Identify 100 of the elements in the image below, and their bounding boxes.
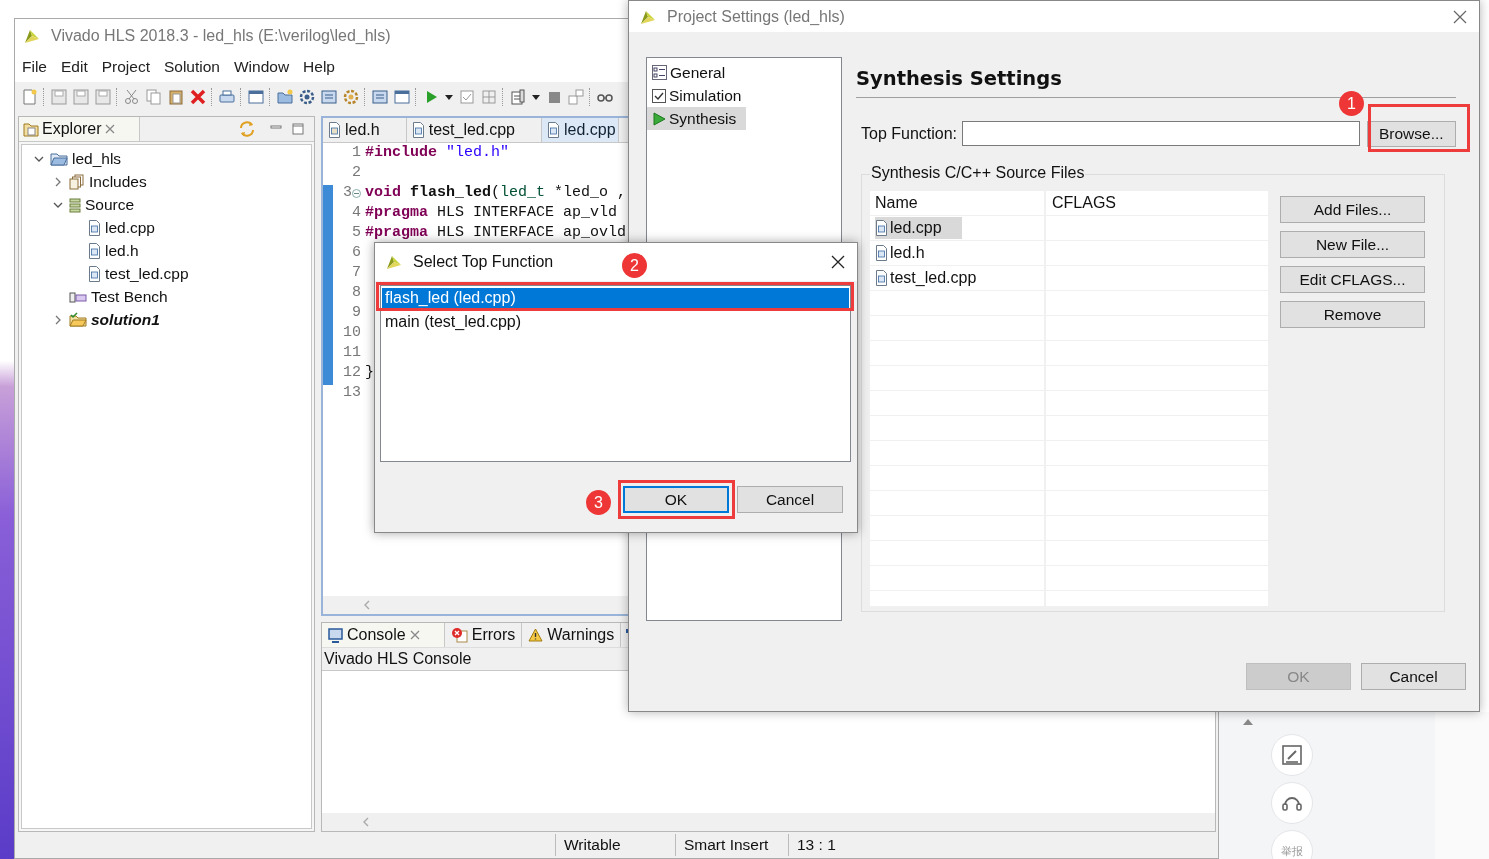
file-icon [88, 219, 101, 236]
menu-item[interactable]: Window [226, 58, 297, 76]
clipboard-icon[interactable] [167, 88, 185, 106]
tree-item[interactable]: solution1 [91, 310, 160, 329]
line-number: 3 [343, 183, 352, 203]
tree-item[interactable]: test_led.cpp [105, 264, 189, 283]
tree-item[interactable]: led_hls [72, 149, 122, 168]
new-file-icon[interactable] [21, 88, 39, 106]
file-row[interactable]: test_led.cpp [875, 267, 997, 289]
bench-icon [69, 290, 87, 303]
file-icon [547, 122, 560, 138]
scissors-icon[interactable] [123, 88, 141, 106]
edit-icon[interactable] [1281, 744, 1303, 766]
chip-icon[interactable] [371, 88, 389, 106]
folder-icon[interactable] [276, 88, 294, 106]
action-button[interactable]: Remove [1280, 301, 1425, 328]
sync-icon[interactable] [238, 121, 256, 137]
code-line: } [365, 364, 374, 381]
gear-icon[interactable] [342, 88, 360, 106]
file-icon [88, 242, 101, 259]
file-icon [875, 245, 888, 261]
menu-item[interactable]: Project [94, 58, 157, 76]
logo-icon [385, 253, 403, 271]
status-text: Smart Insert [684, 836, 769, 854]
line-number: 11 [343, 343, 361, 363]
view-tab[interactable]: Warnings [522, 623, 622, 647]
line-number: 4 [352, 203, 361, 223]
error-icon [450, 627, 468, 643]
close-button[interactable] [831, 255, 845, 269]
line-number: 10 [343, 323, 361, 343]
file-row[interactable]: led.h [875, 242, 945, 264]
view-tab[interactable]: Errors [444, 623, 523, 647]
grid-icon[interactable] [480, 88, 498, 106]
column-header[interactable]: Name [875, 194, 918, 212]
code-line: #pragma HLS INTERFACE ap_vld [365, 204, 618, 221]
file-icon [875, 270, 888, 286]
category-item[interactable]: Synthesis [647, 107, 747, 130]
scroll-up-icon[interactable] [1243, 718, 1253, 726]
status-text: Writable [564, 836, 621, 854]
line-number: 9 [352, 303, 361, 323]
close-icon[interactable] [104, 124, 115, 134]
column-header[interactable]: CFLAGS [1052, 194, 1116, 212]
list-item[interactable]: flash_led (led.cpp) [382, 288, 849, 308]
dialog-button[interactable]: Cancel [737, 486, 843, 513]
list-item[interactable]: main (test_led.cpp) [382, 312, 849, 332]
report-icon[interactable] [509, 88, 527, 106]
dialog-button[interactable]: Cancel [1361, 663, 1466, 690]
editor-tab[interactable]: led.cpp [542, 118, 619, 142]
delete-icon[interactable] [189, 88, 207, 106]
browse-button[interactable]: Browse... [1366, 120, 1456, 147]
stack-icon [69, 196, 81, 213]
field-label: Top Function: [861, 124, 958, 143]
window-title: Select Top Function [413, 253, 554, 271]
tree-item[interactable]: Test Bench [91, 287, 168, 306]
tree-item[interactable]: led.cpp [105, 218, 155, 237]
file-row[interactable]: led.cpp [875, 217, 962, 239]
action-button[interactable]: Add Files... [1280, 196, 1425, 223]
line-number: 7 [352, 263, 361, 283]
warning-icon [528, 628, 544, 642]
copy-icon[interactable] [145, 88, 163, 106]
close-icon[interactable] [409, 630, 420, 640]
checkbox-icon[interactable] [458, 88, 476, 106]
monitor-icon [328, 627, 343, 643]
dialog-button[interactable]: OK [623, 486, 729, 513]
fold-icon[interactable] [352, 188, 361, 198]
menu-item[interactable]: Help [296, 58, 342, 76]
folder-icon [23, 121, 39, 137]
file-icon [875, 220, 888, 236]
status-text: 13 : 1 [797, 836, 836, 854]
tree-item[interactable]: Source [85, 195, 135, 214]
menu-item[interactable]: Edit [54, 58, 95, 76]
tree-item[interactable]: Includes [89, 172, 147, 191]
window-title: Vivado HLS 2018.3 - led_hls (E:\verilog\led_hls) [51, 26, 391, 45]
checkbox-icon [652, 88, 666, 103]
windows-icon[interactable] [567, 88, 585, 106]
window-icon[interactable] [393, 88, 411, 106]
tree-item[interactable]: led.h [105, 241, 139, 260]
menu-item[interactable]: Solution [156, 58, 227, 76]
scroll-left-icon[interactable] [363, 600, 371, 610]
top-function-field[interactable] [962, 121, 1360, 146]
action-button[interactable]: New File... [1280, 231, 1425, 258]
line-number: 12 [343, 363, 361, 383]
category-item[interactable]: General [647, 61, 736, 84]
group-title: Synthesis C/C++ Source Files [870, 164, 1086, 182]
printer-icon[interactable] [218, 88, 236, 106]
maximize-icon[interactable] [292, 123, 304, 135]
gear-icon[interactable] [298, 88, 316, 106]
chip-icon[interactable] [320, 88, 338, 106]
category-item[interactable]: Simulation [647, 84, 752, 107]
action-button[interactable]: Edit CFLAGS... [1280, 266, 1425, 293]
view-tab[interactable]: Console [322, 623, 445, 647]
editor-tab[interactable]: test_led.cpp [406, 118, 542, 142]
code-line: void flash_led(led_t *led_o , [365, 184, 627, 201]
line-number: 13 [343, 383, 361, 403]
scroll-left-icon[interactable] [362, 817, 370, 827]
window-icon[interactable] [247, 88, 265, 106]
menu-item[interactable]: File [15, 58, 54, 76]
explorer-tab[interactable]: Explorer [19, 117, 140, 141]
editor-tab[interactable]: led.h [323, 118, 407, 142]
line-number: 1 [352, 143, 361, 163]
